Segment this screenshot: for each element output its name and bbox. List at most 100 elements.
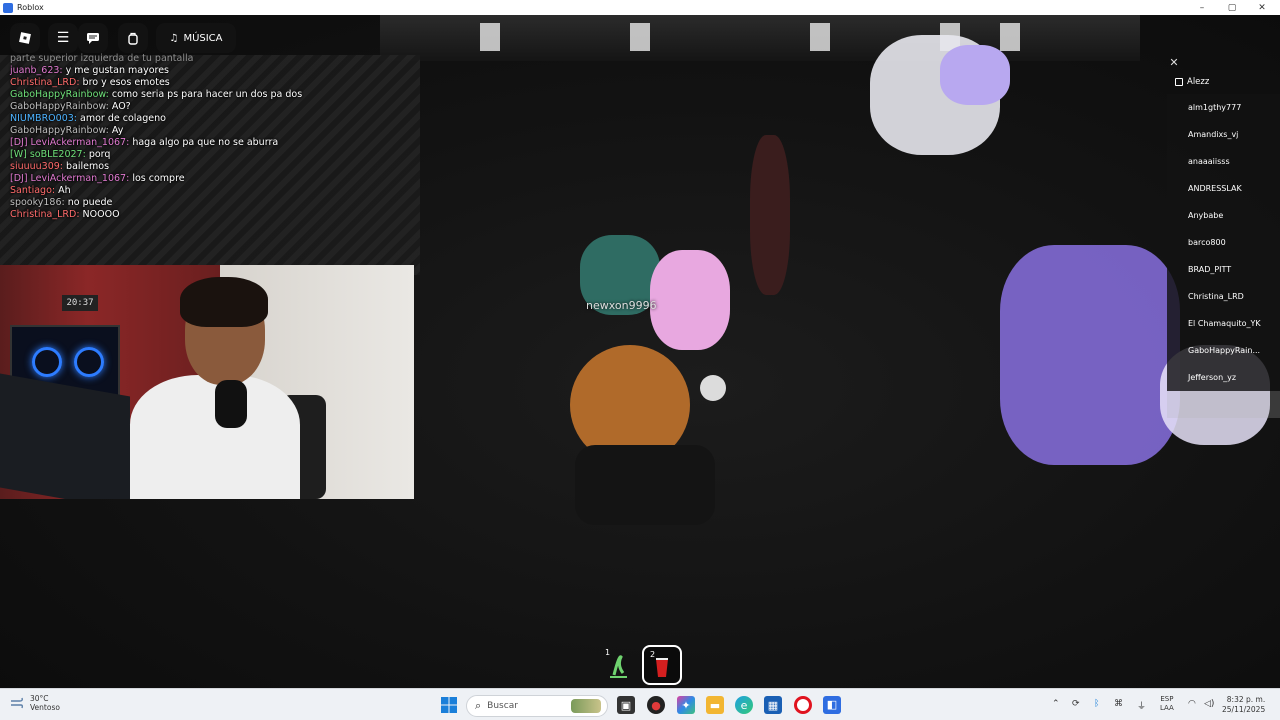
cam-microphone — [215, 380, 247, 428]
chat-text: como seria ps para hacer un dos pa dos — [111, 89, 303, 100]
network-icon[interactable]: ⌘ — [1114, 699, 1123, 709]
chat-text: porq — [88, 149, 111, 160]
chat-text: Ah — [58, 185, 71, 196]
cup-held — [700, 375, 726, 401]
chat-log: parte superior izquierda de tu pantalla … — [10, 53, 310, 221]
chat-message: Christina_LRD: bro y esos emotes — [10, 77, 310, 89]
menu-button[interactable]: ☰ — [48, 23, 78, 53]
chat-icon — [87, 33, 99, 44]
window-titlebar: Roblox – ▢ ✕ — [0, 0, 1280, 15]
chat-user: juanb_623: — [10, 65, 63, 76]
roblox-taskbar-button[interactable]: ◧ — [823, 696, 841, 714]
ceiling-decor — [380, 15, 1140, 61]
chat-user: Santiago: — [10, 185, 56, 196]
playerlist-header-name: Alezz — [1187, 77, 1210, 87]
fan-icon — [32, 347, 62, 377]
wifi-icon[interactable]: ◠ — [1188, 699, 1196, 709]
player-row[interactable]: Amandixs_vj — [1167, 121, 1280, 148]
edge-button[interactable]: e — [735, 696, 753, 714]
chat-text: AO? — [111, 101, 131, 112]
task-view-button[interactable]: ▣ — [617, 696, 635, 714]
chat-text: bro y esos emotes — [82, 77, 170, 88]
player-row[interactable]: El Chamaquito_YK — [1167, 310, 1280, 337]
hotbar-slot-1[interactable]: 1 — [599, 645, 639, 685]
chat-user: Christina_LRD: — [10, 77, 80, 88]
player-row[interactable]: BRAD_PITT — [1167, 256, 1280, 283]
avatar-purple-hair — [940, 45, 1010, 105]
bluetooth-icon[interactable]: ᛒ — [1094, 699, 1099, 709]
chat-user: GaboHappyRainbow: — [10, 101, 109, 112]
sync-icon[interactable]: ⟳ — [1072, 699, 1080, 709]
copilot-button[interactable]: ✦ — [677, 696, 695, 714]
app-button[interactable]: ● — [647, 696, 665, 714]
chat-message: [DJ] LeviAckerman_1067: haga algo pa que… — [10, 137, 310, 149]
chat-message: juanb_623: y me gustan mayores — [10, 65, 310, 77]
window-title: Roblox — [17, 3, 44, 12]
chat-message: NIUMBRO003: amor de colageno — [10, 113, 310, 125]
music-label: MÚSICA — [183, 32, 223, 44]
chat-user: [DJ] LeviAckerman_1067: — [10, 173, 130, 184]
chat-message: spooky186: no puede — [10, 197, 310, 209]
chat-user: Christina_LRD: — [10, 209, 80, 220]
webcam-overlay: 20:37 — [0, 265, 414, 499]
maximize-button[interactable]: ▢ — [1218, 0, 1246, 15]
hamburger-icon: ☰ — [56, 30, 70, 46]
chat-message: [DJ] LeviAckerman_1067: los compre — [10, 173, 310, 185]
chat-message: GaboHappyRainbow: AO? — [10, 101, 310, 113]
chat-text: y me gustan mayores — [65, 65, 170, 76]
chat-text: parte superior izquierda de tu pantalla — [10, 53, 194, 64]
chat-user: [DJ] LeviAckerman_1067: — [10, 137, 130, 148]
minimize-button[interactable]: – — [1188, 0, 1216, 15]
task-view-icon: ▣ — [620, 698, 632, 712]
backpack-button[interactable] — [118, 23, 148, 53]
chat-user: GaboHappyRainbow: — [10, 89, 109, 100]
chat-message: Christina_LRD: NOOOO — [10, 209, 310, 221]
store-icon: ▦ — [767, 698, 779, 712]
copilot-icon: ✦ — [681, 698, 691, 712]
roblox-menu-button[interactable] — [10, 23, 40, 53]
fan-icon — [74, 347, 104, 377]
chat-user: spooky186: — [10, 197, 65, 208]
microphone-icon[interactable]: ⏚ — [1137, 699, 1146, 712]
weather-widget[interactable]: 30°C Ventoso — [10, 694, 60, 712]
cam-monitor — [0, 373, 130, 499]
taskbar-search[interactable]: ⌕ Buscar — [466, 695, 608, 717]
player-row[interactable]: anaaaiisss — [1167, 148, 1280, 175]
music-note-icon: ♫ — [169, 32, 179, 44]
taskbar-clock[interactable]: 8:32 p. m. 25/11/2025 — [1222, 695, 1265, 715]
weather-desc: Ventoso — [30, 703, 60, 712]
hotbar-slot-2[interactable]: 2 — [642, 645, 682, 685]
player-row[interactable]: alm1gthy777 — [1167, 94, 1280, 121]
chat-text: Ay — [111, 125, 124, 136]
file-explorer-button[interactable]: ▬ — [706, 696, 724, 714]
chat-text: amor de colageno — [80, 113, 166, 124]
edge-icon: e — [740, 698, 748, 712]
chat-user: siuuuu309: — [10, 161, 64, 172]
player-row[interactable]: GaboHappyRain... — [1167, 337, 1280, 364]
avatar-dark-red — [750, 135, 790, 295]
avatar-body — [575, 445, 715, 525]
player-row[interactable]: barco800 — [1167, 229, 1280, 256]
search-highlight-image — [571, 699, 601, 713]
player-row[interactable]: Christina_LRD — [1167, 283, 1280, 310]
opera-button[interactable] — [794, 696, 812, 714]
language-indicator[interactable]: ESP LAA — [1160, 695, 1174, 713]
close-window-button[interactable]: ✕ — [1248, 0, 1276, 15]
playerlist-close-icon[interactable]: ✕ — [1167, 56, 1181, 70]
playerlist-header[interactable]: Alezz — [1167, 70, 1280, 94]
chat-text: no puede — [67, 197, 113, 208]
lang-code: ESP — [1160, 695, 1174, 703]
player-row[interactable]: Jefferson_yz — [1167, 364, 1280, 391]
show-hidden-icons-button[interactable]: ⌃ — [1052, 699, 1060, 709]
slot-number: 1 — [605, 648, 611, 657]
player-nametag: newxon9996 — [586, 299, 657, 312]
player-row[interactable]: ANDRESSLAK — [1167, 175, 1280, 202]
volume-icon[interactable]: ◁) — [1204, 699, 1214, 709]
player-row[interactable]: Anybabe — [1167, 202, 1280, 229]
chat-user: NIUMBRO003: — [10, 113, 77, 124]
music-button[interactable]: ♫ MÚSICA — [156, 23, 236, 53]
start-button[interactable] — [440, 696, 458, 714]
chat-toggle-button[interactable] — [78, 23, 108, 53]
lang-layout: LAA — [1160, 704, 1174, 712]
store-button[interactable]: ▦ — [764, 696, 782, 714]
